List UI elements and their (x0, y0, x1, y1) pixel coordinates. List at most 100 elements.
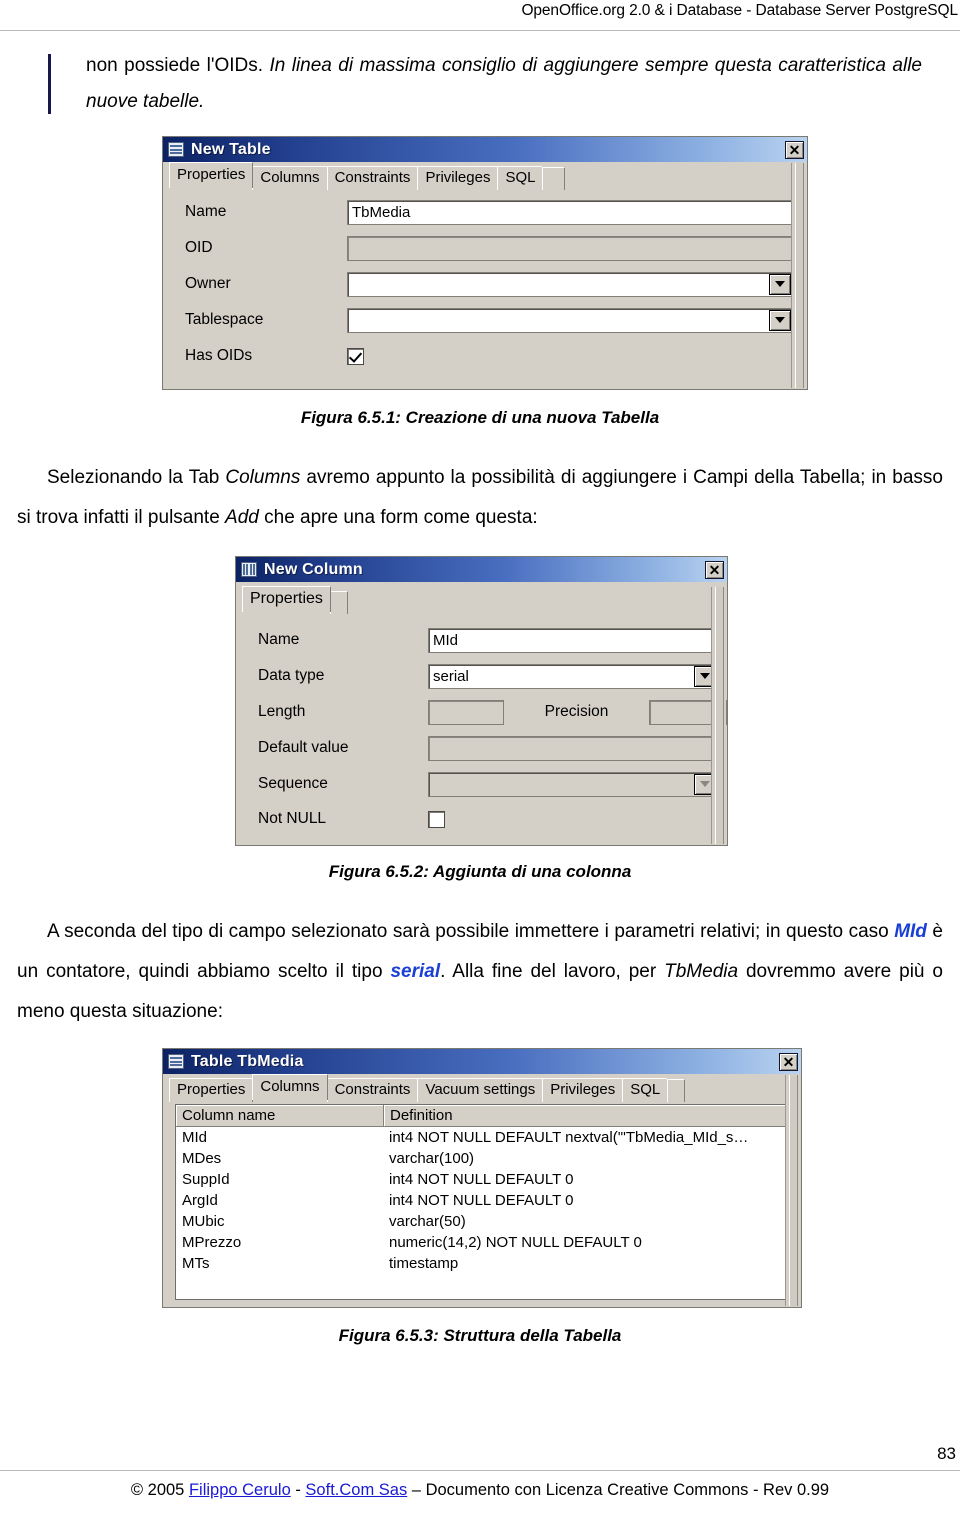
close-icon[interactable]: ✕ (785, 140, 804, 159)
row-has-oids: Has OIDs (163, 338, 807, 374)
p2-keyword-mid: MId (894, 921, 927, 942)
grid-rows: MId int4 NOT NULL DEFAULT nextval('"TbMe… (176, 1127, 792, 1274)
chevron-down-icon[interactable] (769, 309, 791, 331)
tab-columns[interactable]: Columns (252, 1074, 328, 1100)
tablespace-value (348, 309, 768, 332)
figure-1: New Table ✕ Properties Columns Constrain… (0, 136, 960, 390)
row-not-null: Not NULL (236, 802, 727, 836)
note-accent-bar (48, 54, 51, 114)
p2-keyword-serial: serial (390, 961, 441, 982)
copyright-prefix: © 2005 (130, 1481, 189, 1499)
sequence-label: Sequence (258, 775, 328, 792)
data-type-combo[interactable]: serial (428, 663, 718, 689)
p1-part-e: che apre una form come questa: (258, 507, 538, 528)
figure-1-caption: Figura 6.5.1: Creazione di una nuova Tab… (300, 408, 660, 427)
row-name: Name TbMedia (163, 194, 807, 230)
row-owner: Owner (163, 266, 807, 302)
table-row[interactable]: MId int4 NOT NULL DEFAULT nextval('"TbMe… (176, 1127, 792, 1148)
paragraph-1: Selezionando la Tab Columns avremo appun… (17, 458, 943, 538)
tab-privileges[interactable]: Privileges (417, 166, 499, 190)
sequence-value (429, 773, 693, 796)
grid-header-row: Column name Definition (176, 1105, 792, 1127)
row-default-value: Default value (236, 730, 727, 766)
new-column-dialog: New Column ✕ Properties Name MId Data ty… (235, 556, 728, 846)
tab-constraints[interactable]: Constraints (326, 1078, 419, 1102)
paragraph-2: A seconda del tipo di campo selezionato … (17, 912, 943, 1032)
table-tbmedia-title: Table TbMedia (191, 1052, 304, 1070)
note-plain: non possiede l'OIDs. (86, 55, 270, 76)
new-column-title: New Column (264, 560, 363, 578)
p1-part-a: Selezionando la Tab (47, 467, 226, 488)
cell-definition: int4 NOT NULL DEFAULT 0 (389, 1171, 574, 1188)
page-footer: © 2005 Filippo Cerulo - Soft.Com Sas – D… (0, 1478, 960, 1502)
tab-strip-filler (667, 1079, 686, 1102)
row-name: Name MId (236, 622, 727, 658)
p1-part-d: Add (225, 507, 259, 528)
tab-properties[interactable]: Properties (169, 1078, 254, 1102)
name-label: Name (258, 631, 300, 648)
note-block: non possiede l'OIDs. In linea di massima… (48, 48, 922, 120)
row-tablespace: Tablespace (163, 302, 807, 338)
license-text: – Documento con Licenza Creative Commons… (407, 1481, 830, 1499)
has-oids-label: Has OIDs (185, 347, 253, 364)
has-oids-checkbox[interactable] (347, 347, 364, 365)
precision-label: Precision (544, 703, 609, 720)
table-row[interactable]: MTs timestamp (176, 1253, 792, 1274)
table-row[interactable]: ArgId int4 NOT NULL DEFAULT 0 (176, 1190, 792, 1211)
page-number: 83 (937, 1444, 956, 1463)
p2-part-f: TbMedia (664, 961, 739, 982)
tab-properties[interactable]: Properties (169, 162, 254, 188)
table-row[interactable]: MDes varchar(100) (176, 1148, 792, 1169)
grid-header-column-name[interactable]: Column name (176, 1105, 384, 1127)
grid-header-definition[interactable]: Definition (384, 1105, 792, 1127)
data-type-label: Data type (258, 667, 325, 684)
close-icon[interactable]: ✕ (779, 1052, 798, 1071)
dialog-scroll-gutter[interactable] (791, 163, 806, 388)
tablespace-combo[interactable] (347, 307, 793, 333)
dialog-scroll-gutter[interactable] (711, 587, 726, 844)
tab-sql[interactable]: SQL (622, 1078, 669, 1102)
table-row[interactable]: SuppId int4 NOT NULL DEFAULT 0 (176, 1169, 792, 1190)
oid-input (347, 235, 793, 261)
company-link[interactable]: Soft.Com Sas (305, 1481, 407, 1499)
cell-column-name: ArgId (182, 1192, 218, 1209)
tab-privileges[interactable]: Privileges (542, 1078, 624, 1102)
data-type-value: serial (433, 667, 469, 685)
dialog-scroll-gutter[interactable] (785, 1075, 800, 1306)
close-icon[interactable]: ✕ (705, 560, 724, 579)
note-text: non possiede l'OIDs. In linea di massima… (86, 48, 922, 120)
not-null-checkbox[interactable] (428, 810, 445, 828)
tab-vacuum-settings[interactable]: Vacuum settings (417, 1078, 544, 1102)
table-icon (168, 142, 184, 157)
chevron-down-icon[interactable] (769, 273, 791, 295)
tab-properties[interactable]: Properties (242, 586, 331, 612)
cell-column-name: MUbic (182, 1213, 225, 1230)
default-value-input (428, 735, 718, 761)
sequence-combo (428, 771, 718, 797)
table-row[interactable]: MUbic varchar(50) (176, 1211, 792, 1232)
table-row[interactable]: MPrezzo numeric(14,2) NOT NULL DEFAULT 0 (176, 1232, 792, 1253)
name-input[interactable]: TbMedia (347, 199, 793, 225)
figure-3-caption: Figura 6.5.3: Struttura della Tabella (338, 1326, 622, 1345)
tab-columns[interactable]: Columns (252, 166, 328, 190)
tab-sql[interactable]: SQL (497, 166, 544, 190)
owner-combo[interactable] (347, 271, 793, 297)
cell-column-name: MPrezzo (182, 1234, 242, 1251)
author-link[interactable]: Filippo Cerulo (189, 1481, 291, 1499)
p2-part-e: . Alla fine del lavoro, per (440, 961, 665, 982)
row-data-type: Data type serial (236, 658, 727, 694)
header-title: OpenOffice.org 2.0 & i Database - Databa… (521, 2, 958, 19)
note-italic-1: In linea di massima consiglio di aggiung… (269, 55, 772, 76)
tab-constraints[interactable]: Constraints (326, 166, 419, 190)
cell-definition: numeric(14,2) NOT NULL DEFAULT 0 (389, 1234, 642, 1251)
name-input[interactable]: MId (428, 627, 718, 653)
figure-2: New Column ✕ Properties Name MId Data ty… (0, 556, 960, 846)
default-value-label: Default value (258, 739, 349, 756)
new-table-title: New Table (191, 140, 271, 158)
columns-grid: Column name Definition MId int4 NOT NULL… (175, 1104, 793, 1300)
tab-strip-filler (542, 167, 565, 190)
cell-definition: varchar(50) (389, 1213, 466, 1230)
page-content: non possiede l'OIDs. In linea di massima… (0, 30, 960, 1348)
name-label: Name (185, 203, 227, 220)
length-input (428, 699, 505, 725)
